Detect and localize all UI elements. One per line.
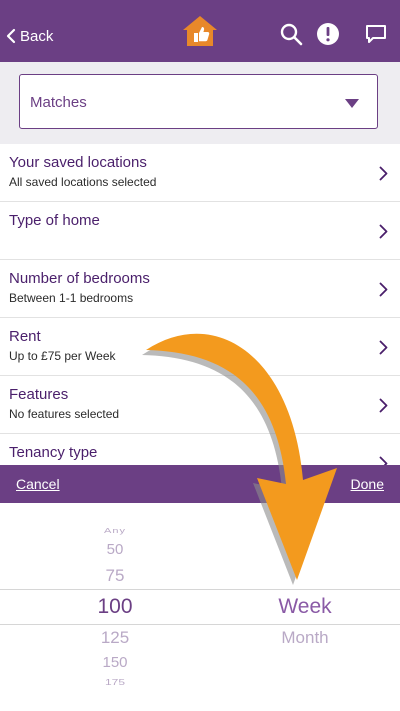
alert-icon[interactable]: [316, 22, 340, 46]
criteria-list: Your saved locations All saved locations…: [0, 144, 400, 492]
wheel-option: Month: [281, 628, 329, 647]
row-title: Type of home: [9, 212, 100, 229]
features-row[interactable]: Features No features selected: [0, 376, 400, 434]
wheel-option: 125: [100, 628, 130, 647]
back-label: Back: [20, 27, 54, 45]
amount-wheel[interactable]: Any 50 75 100 125 150 175: [55, 503, 175, 711]
period-wheel[interactable]: Week Month: [245, 503, 365, 711]
wheel-selected-option: 100: [97, 595, 133, 618]
chat-icon[interactable]: [364, 22, 388, 46]
row-title: Features: [9, 386, 69, 403]
cancel-button[interactable]: Cancel: [16, 476, 60, 492]
top-bar: Back: [0, 0, 400, 62]
chevron-right-icon: [379, 340, 388, 355]
chevron-left-icon: [6, 28, 16, 44]
done-button[interactable]: Done: [351, 476, 384, 492]
row-subtitle: Up to £75 per Week: [9, 349, 116, 363]
row-title: Tenancy type: [9, 444, 98, 461]
row-title: Rent: [9, 328, 41, 345]
row-title: Number of bedrooms: [9, 270, 150, 287]
row-subtitle: All saved locations selected: [9, 175, 157, 189]
picker-toolbar: Cancel Done: [0, 465, 400, 503]
wheel-option: 50: [106, 541, 124, 558]
filter-area: Matches: [0, 62, 400, 144]
wheel-option: Any: [104, 526, 126, 536]
search-icon[interactable]: [279, 22, 303, 46]
rent-picker: Any 50 75 100 125 150 175 Week Month: [0, 503, 400, 711]
wheel-option: 175: [104, 677, 126, 687]
wheel-option: 150: [102, 654, 128, 671]
rent-row[interactable]: Rent Up to £75 per Week: [0, 318, 400, 376]
chevron-right-icon: [379, 398, 388, 413]
type-of-home-row[interactable]: Type of home: [0, 202, 400, 260]
wheel-option: 75: [105, 566, 125, 585]
chevron-right-icon: [379, 166, 388, 181]
matches-dropdown[interactable]: Matches: [19, 74, 378, 129]
row-subtitle: Between 1-1 bedrooms: [9, 291, 134, 305]
chevron-right-icon: [379, 224, 388, 239]
saved-locations-row[interactable]: Your saved locations All saved locations…: [0, 144, 400, 202]
caret-down-icon: [345, 99, 359, 108]
bedrooms-row[interactable]: Number of bedrooms Between 1-1 bedrooms: [0, 260, 400, 318]
wheel-selected-option: Week: [278, 595, 332, 618]
chevron-right-icon: [379, 282, 388, 297]
home-thumbs-up-icon[interactable]: [182, 15, 218, 47]
row-title: Your saved locations: [9, 154, 147, 171]
back-button[interactable]: Back: [6, 24, 53, 48]
row-subtitle: No features selected: [9, 407, 120, 421]
dropdown-selected-value: Matches: [30, 94, 87, 111]
